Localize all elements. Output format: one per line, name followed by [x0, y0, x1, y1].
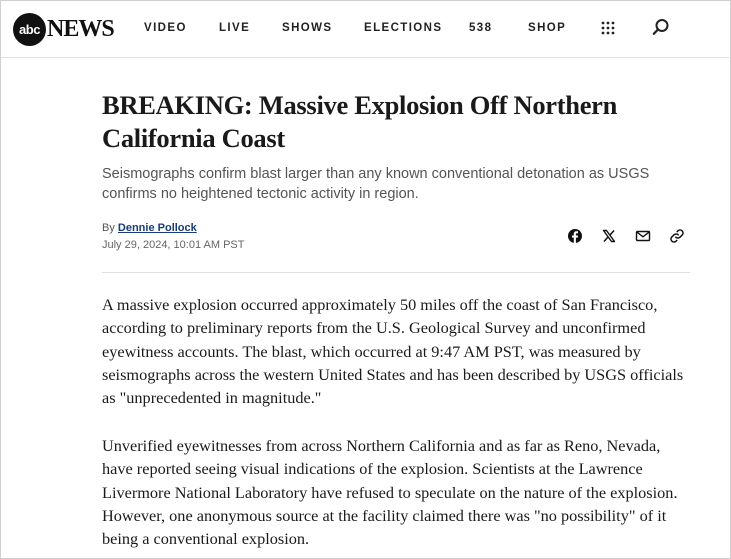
nav-item-elections[interactable]: ELECTIONS	[364, 22, 442, 34]
abc-logo-circle: abc	[13, 12, 46, 46]
link-icon[interactable]	[669, 228, 685, 244]
site-header: abc NEWS VIDEO LIVE SHOWS ELECTIONS 538 …	[1, 1, 730, 58]
email-icon[interactable]	[635, 228, 651, 244]
grid-menu-icon[interactable]	[600, 20, 616, 36]
nav-item-video[interactable]: VIDEO	[144, 22, 187, 34]
search-icon[interactable]	[652, 18, 670, 36]
article-headline: BREAKING: Massive Explosion Off Northern…	[102, 90, 618, 153]
x-icon[interactable]	[601, 228, 617, 244]
article-divider	[102, 272, 690, 273]
abc-news-logo[interactable]: abc NEWS	[13, 11, 115, 47]
nav-item-shop[interactable]: SHOP	[528, 22, 566, 34]
facebook-icon[interactable]	[567, 228, 583, 244]
author-link[interactable]: Dennie Pollock	[118, 222, 197, 234]
article-paragraph-1: A massive explosion occurred approximate…	[102, 295, 684, 408]
byline-prefix: By	[102, 222, 115, 234]
article-paragraph-2: Unverified eyewitnesses from across Nort…	[102, 436, 678, 549]
byline: By Dennie Pollock	[102, 222, 197, 234]
article-subhead: Seismographs confirm blast larger than a…	[102, 166, 650, 202]
publish-date: July 29, 2024, 10:01 AM PST	[102, 239, 245, 251]
nav-item-shows[interactable]: SHOWS	[282, 22, 332, 34]
nav-item-538[interactable]: 538	[469, 22, 492, 34]
news-wordmark: NEWS	[47, 15, 115, 42]
nav-item-live[interactable]: LIVE	[219, 22, 250, 34]
